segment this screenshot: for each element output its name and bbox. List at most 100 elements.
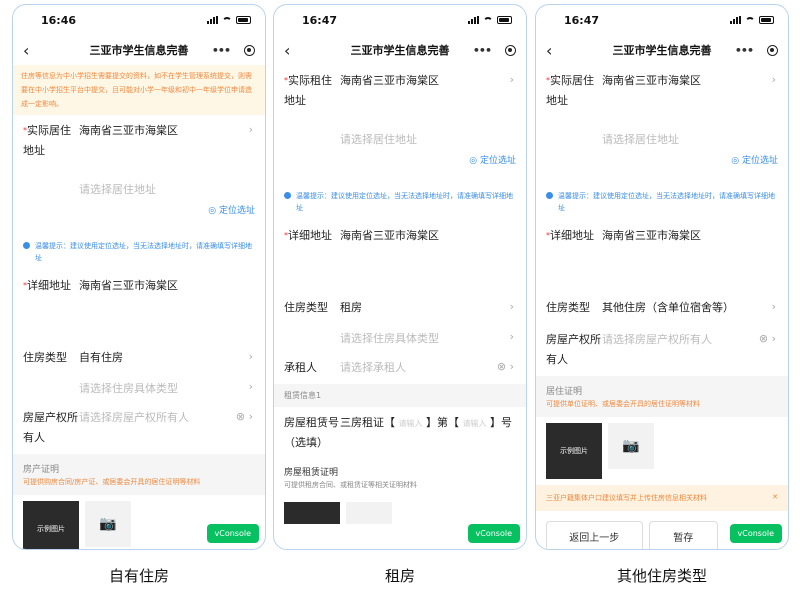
tip-hint: 温馨提示：建议使用定位选址，当无法选择地址时，请准确填写详细地址	[13, 234, 265, 270]
camera-icon[interactable]: 📷	[608, 423, 654, 469]
chevron-right-icon: ›	[248, 380, 253, 393]
phone-rental: 16:47 ‹ 三亚市学生信息完善 ••• *实际租住地址 海南省三亚市海棠区 …	[273, 4, 527, 550]
form-content: *实际居住地址 海南省三亚市海棠区 › 请选择居住地址 ◎ 定位选址 温馨提示：…	[536, 65, 788, 549]
mini-program-capsule: •••	[212, 44, 255, 57]
close-icon[interactable]: ✕	[772, 493, 778, 503]
chevron-right-icon: ›	[509, 73, 514, 86]
housing-type-field[interactable]: 住房类型 其他住房（含单位宿舍等） ›	[536, 292, 788, 324]
tip-hint: 温馨提示：建议使用定位选址，当无法选择地址时，请准确填写详细地址	[274, 184, 526, 220]
wifi-icon	[222, 16, 232, 24]
property-owner-field[interactable]: 房屋产权所有人 请选择房屋产权所有人 ⊗ ›	[13, 402, 265, 454]
chevron-right-icon: ›	[509, 300, 514, 313]
nav-bar: ‹ 三亚市学生信息完善 •••	[274, 35, 526, 65]
status-time: 16:47	[302, 13, 338, 27]
tip-hint: 温馨提示：建议使用定位选址，当无法选择地址时，请准确填写详细地址	[536, 184, 788, 220]
phone-other-housing: 16:47 ‹ 三亚市学生信息完善 ••• *实际居住地址 海南省三亚市海棠区 …	[535, 4, 789, 550]
signal-icon	[730, 16, 741, 24]
lease-cert-input-1[interactable]: 请输入	[399, 419, 423, 428]
residence-address-picker[interactable]: 请选择居住地址	[13, 167, 265, 203]
detail-address-field[interactable]: *详细地址 海南省三亚市海棠区	[536, 220, 788, 252]
housing-type-field[interactable]: 住房类型 租房 ›	[274, 292, 526, 324]
chevron-right-icon: ›	[771, 300, 776, 313]
back-icon[interactable]: ‹	[23, 41, 43, 60]
residence-address-field[interactable]: *实际居住地址 海南省三亚市海棠区 ›	[536, 65, 788, 117]
status-time: 16:46	[41, 13, 77, 27]
status-icons	[730, 16, 774, 24]
vconsole-button[interactable]: vConsole	[467, 524, 520, 543]
mini-program-capsule: •••	[473, 44, 516, 57]
more-icon[interactable]: •••	[735, 44, 754, 57]
locate-button[interactable]: ◎ 定位选址	[536, 153, 788, 170]
caption-own-housing: 自有住房	[108, 567, 169, 585]
save-draft-button[interactable]: 暂存	[648, 521, 718, 549]
status-time: 16:47	[564, 13, 600, 27]
form-content: *实际租住地址 海南省三亚市海棠区 › 请选择居住地址 ◎ 定位选址 温馨提示：…	[274, 65, 526, 549]
lease-certificate-section: 房屋租赁证明 可提供租房合同、或租赁证等相关证明材料	[284, 468, 417, 489]
chevron-right-icon: ›	[771, 73, 776, 86]
nav-bar: ‹ 三亚市学生信息完善 •••	[536, 35, 788, 65]
housing-subtype-picker[interactable]: 请选择住房具体类型 ›	[13, 374, 265, 402]
close-target-icon[interactable]	[767, 44, 778, 56]
signal-icon	[468, 16, 479, 24]
status-bar: 16:46	[13, 5, 265, 35]
wifi-icon	[745, 16, 755, 24]
residence-address-field[interactable]: *实际居住地址 海南省三亚市海棠区 ›	[13, 115, 265, 167]
locate-button[interactable]: ◎ 定位选址	[13, 203, 265, 220]
close-target-icon[interactable]	[244, 44, 255, 56]
sample-image[interactable]	[284, 502, 340, 524]
locate-button[interactable]: ◎ 定位选址	[274, 153, 526, 170]
housing-subtype-picker[interactable]: 请选择住房具体类型 ›	[274, 324, 526, 352]
sample-image[interactable]: 示例图片	[23, 501, 79, 549]
info-icon	[546, 192, 553, 199]
battery-icon	[759, 16, 774, 24]
status-icons	[468, 16, 512, 24]
status-bar: 16:47	[536, 5, 788, 35]
renter-field[interactable]: 承租人 请选择承租人 ⊗ ›	[274, 352, 526, 384]
status-icons	[207, 16, 251, 24]
vconsole-button[interactable]: vConsole	[729, 524, 782, 543]
detail-address-field[interactable]: *详细地址 海南省三亚市海棠区	[274, 220, 526, 252]
property-owner-field[interactable]: 房屋产权所有人 请选择房屋产权所有人 ⊗ ›	[536, 324, 788, 376]
camera-icon[interactable]: 📷	[85, 501, 131, 547]
residence-address-picker[interactable]: 请选择居住地址	[274, 117, 526, 153]
back-icon[interactable]: ‹	[284, 41, 304, 60]
detail-address-field[interactable]: *详细地址 海南省三亚市海棠区	[13, 270, 265, 302]
chevron-right-icon: ›	[509, 330, 514, 343]
camera-icon[interactable]	[346, 502, 392, 524]
notice-bar: 三亚户籍集体户口建议填写并上传住房信息相关材料 ✕	[536, 485, 788, 511]
lease-info-header: 租赁信息1	[274, 384, 526, 407]
image-upload-row: 示例图片 📷	[536, 417, 788, 485]
vconsole-button[interactable]: vConsole	[206, 524, 259, 543]
close-target-icon[interactable]	[505, 44, 516, 56]
chevron-right-icon: ›	[248, 123, 253, 136]
chevron-right-icon: ›	[248, 350, 253, 363]
clear-chevron-icon: ⊗ ›	[235, 410, 253, 423]
lease-cert-input-2[interactable]: 请输入	[463, 419, 487, 428]
more-icon[interactable]: •••	[473, 44, 492, 57]
nav-bar: ‹ 三亚市学生信息完善 •••	[13, 35, 265, 65]
status-bar: 16:47	[274, 5, 526, 35]
back-button[interactable]: 返回上一步	[546, 521, 643, 549]
mini-program-capsule: •••	[735, 44, 778, 57]
rental-address-field[interactable]: *实际租住地址 海南省三亚市海棠区 ›	[274, 65, 526, 117]
phone-own-housing: 16:46 ‹ 三亚市学生信息完善 ••• 住房等信息为中小学招生需要提交的资料…	[12, 4, 266, 550]
warning-banner: 住房等信息为中小学招生需要提交的资料，如不在学生管理系统提交，则需要在中小学招生…	[13, 65, 265, 115]
battery-icon	[236, 16, 251, 24]
residence-address-picker[interactable]: 请选择居住地址	[536, 117, 788, 153]
back-icon[interactable]: ‹	[546, 41, 566, 60]
housing-type-field[interactable]: 住房类型 自有住房 ›	[13, 342, 265, 374]
form-content: 住房等信息为中小学招生需要提交的资料，如不在学生管理系统提交，则需要在中小学招生…	[13, 65, 265, 549]
clear-chevron-icon: ⊗ ›	[496, 360, 514, 373]
property-certificate-section: 房产证明 可提供购房合同/房产证、或居委会开具的居住证明等材料	[13, 454, 265, 495]
more-icon[interactable]: •••	[212, 44, 231, 57]
info-icon	[23, 242, 30, 249]
clear-chevron-icon: ⊗ ›	[758, 332, 776, 345]
battery-icon	[497, 16, 512, 24]
wifi-icon	[483, 16, 493, 24]
caption-other-housing: 其他住房类型	[616, 567, 707, 585]
info-icon	[284, 192, 291, 199]
caption-rental: 租房	[384, 567, 415, 585]
lease-number-field: 房屋租赁号（选填） 三房租证【 请输入 】第【 请输入 】号	[284, 416, 512, 449]
residence-certificate-section: 居住证明 可提供单位证明、或居委会开具的居住证明等材料	[536, 376, 788, 417]
sample-image[interactable]: 示例图片	[546, 423, 602, 479]
